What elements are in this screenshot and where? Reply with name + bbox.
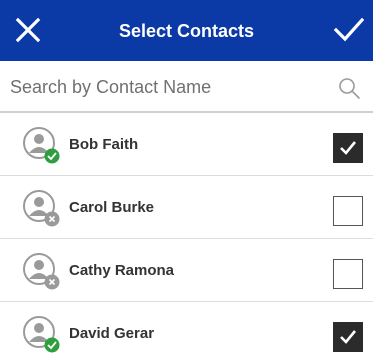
contact-name: David Gerar [69, 325, 155, 342]
avatar-offline [23, 253, 60, 290]
contact-row-3[interactable]: David Gerar [0, 302, 373, 364]
search-input[interactable] [10, 73, 330, 101]
search-bar [0, 61, 373, 113]
contact-name: Cathy Ramona [69, 262, 175, 279]
page-title: Select Contacts [118, 21, 255, 41]
checkmark-icon [334, 17, 364, 42]
select-checkbox[interactable] [333, 259, 363, 289]
select-checkbox[interactable] [333, 196, 363, 226]
select-checkbox[interactable] [333, 322, 363, 352]
contact-list: Bob Faith Carol Burke Cathy Ramona David… [0, 113, 373, 364]
avatar-online [23, 127, 60, 164]
contact-row-0[interactable]: Bob Faith [0, 113, 373, 176]
contact-name: Carol Burke [69, 199, 155, 216]
avatar-online [23, 316, 60, 353]
select-contacts-screen: Select Contacts Bob Faith [0, 0, 373, 364]
avatar-offline [23, 190, 60, 227]
search-icon[interactable] [337, 76, 361, 100]
contact-name: Bob Faith [69, 136, 139, 153]
checkmark-icon [340, 330, 357, 344]
contact-row-1[interactable]: Carol Burke [0, 176, 373, 239]
done-button[interactable] [329, 10, 369, 50]
select-checkbox[interactable] [333, 133, 363, 163]
contact-row-2[interactable]: Cathy Ramona [0, 239, 373, 302]
header-bar: Select Contacts [0, 0, 373, 61]
checkmark-icon [340, 141, 357, 155]
